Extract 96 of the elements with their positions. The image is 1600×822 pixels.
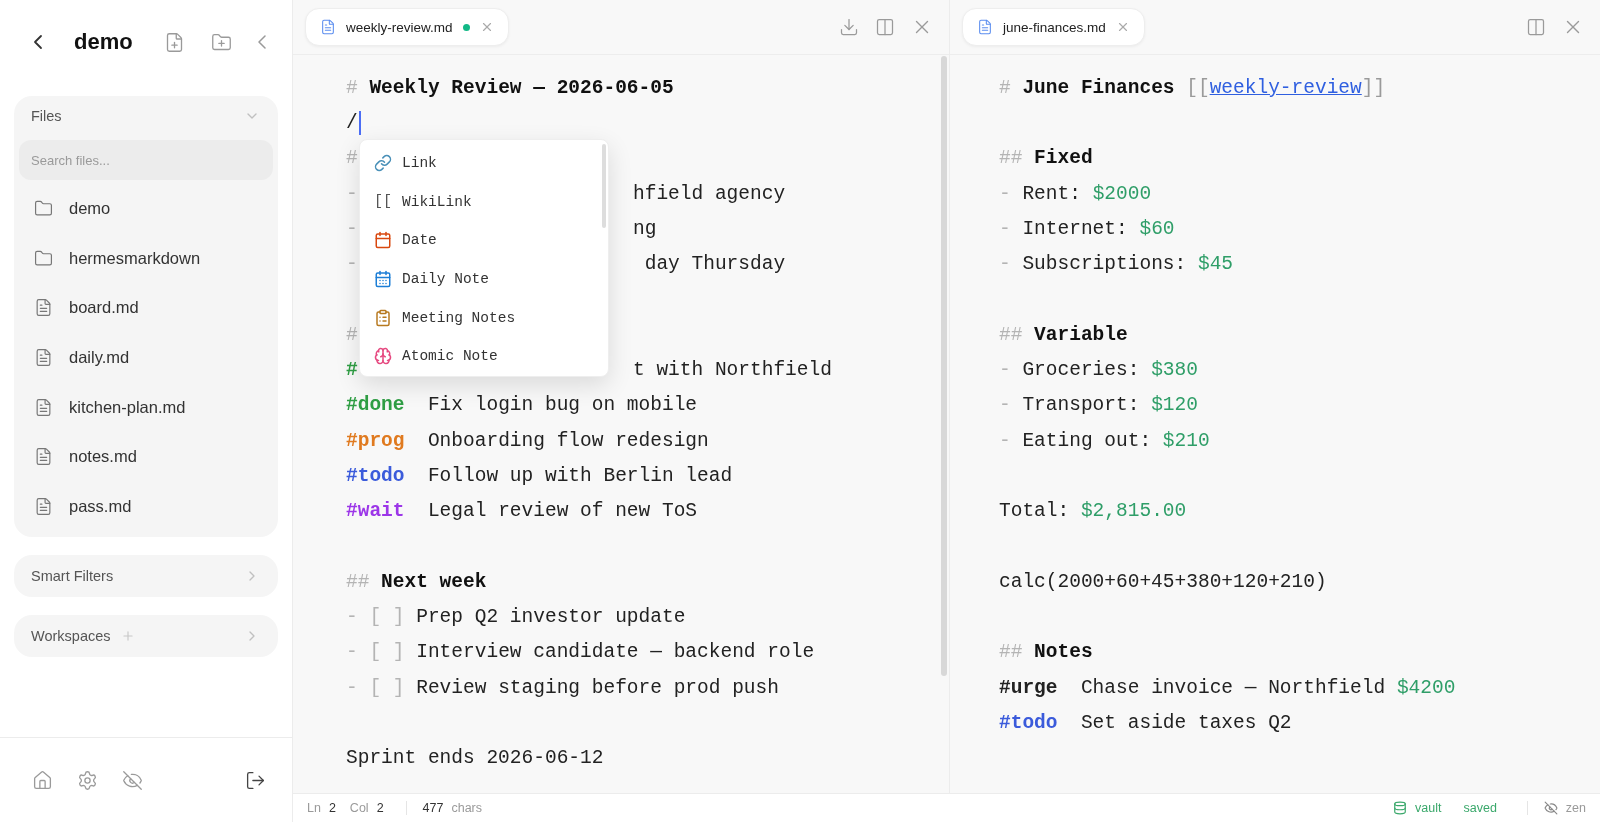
heading-line: # June Finances [[weekly-review]] [999, 76, 1386, 99]
line-fragment: ng [633, 217, 657, 240]
file-tree-item[interactable]: board.md [14, 283, 278, 333]
file-icon [320, 19, 336, 35]
editor-line: Total: $2,815.00 [999, 500, 1187, 523]
line-fragment: t with Northfield [633, 359, 832, 381]
calendar-icon [374, 231, 392, 250]
line-fragment: - [346, 253, 358, 276]
tab-label: june-finances.md [1003, 19, 1106, 35]
editor-line: ## Next week [346, 570, 487, 593]
panel-title: Smart Filters [31, 568, 114, 585]
editor-line: calc(2000+60+45+380+120+210) [999, 570, 1327, 593]
editor-line: - [ ] Review staging before prod push [346, 676, 779, 699]
wiki-link[interactable]: weekly-review [1209, 76, 1362, 99]
editor-tab[interactable]: weekly-review.md [305, 8, 509, 46]
editor-line: / [346, 111, 358, 134]
menu-item[interactable]: Link [360, 144, 608, 183]
menu-item[interactable]: Atomic Note [360, 336, 608, 376]
file-tree-item[interactable]: pass.md [14, 481, 278, 532]
file-tree-item[interactable]: notes.md [14, 431, 278, 482]
editor-line: #prog Onboarding flow redesign [346, 429, 709, 452]
editor-tab[interactable]: june-finances.md [962, 8, 1145, 46]
folder-icon [34, 248, 53, 268]
eye-off-icon [122, 769, 143, 791]
line-fragment: - [346, 182, 358, 205]
editor-line: #done Fix login bug on mobile [346, 394, 698, 417]
columns-icon [875, 17, 895, 37]
editor-line: - Eating out: $210 [999, 429, 1210, 452]
editor-line: #todo Set aside taxes Q2 [999, 712, 1292, 734]
line-fragment: # [346, 323, 358, 346]
editor-line: ## Fixed [999, 147, 1093, 170]
editor-line: - Groceries: $380 [999, 359, 1198, 381]
line-fragment: # [346, 359, 358, 381]
sidebar-section[interactable]: Workspaces [14, 615, 278, 658]
editor-line: Sprint ends 2026-06-12 [346, 747, 604, 770]
file-tree-item[interactable]: kitchen-plan.md [14, 382, 278, 432]
status-label: Ln [307, 801, 321, 815]
menu-item[interactable]: Daily Note [360, 259, 608, 299]
brain-icon [374, 347, 392, 366]
editor-line: - Rent: $2000 [999, 182, 1152, 205]
editor-line: - Internet: $60 [999, 217, 1175, 240]
status-value: 2 [376, 801, 384, 815]
sidebar-section[interactable]: Smart Filters [14, 555, 278, 598]
file-icon [34, 397, 53, 417]
editor-line: - Transport: $120 [999, 394, 1198, 417]
file-icon [34, 447, 53, 467]
settings-icon [77, 769, 98, 791]
vault-title: demo [74, 29, 133, 55]
tab-label: weekly-review.md [346, 19, 453, 35]
file-icon [977, 19, 993, 35]
bracket-glyph: [[ [374, 193, 392, 211]
editor-line: # Weekly Review — 2026-06-05 [346, 76, 674, 99]
calendar-icon [374, 270, 392, 289]
download-icon [839, 17, 859, 37]
chevron-left-icon [258, 35, 266, 49]
file-icon [34, 496, 53, 516]
file-tree-item[interactable]: daily.md [14, 332, 278, 383]
editor-line: - [ ] Prep Q2 investor update [346, 606, 686, 629]
columns-icon [1526, 17, 1546, 37]
editor-line: - Subscriptions: $45 [999, 253, 1234, 276]
folder-plus-icon [211, 31, 232, 53]
panel-title: Workspaces [31, 628, 111, 645]
scrollbar-thumb[interactable] [941, 56, 947, 676]
home-icon [32, 769, 53, 791]
search-field[interactable]: Search files... [19, 140, 273, 180]
database-icon [1393, 801, 1408, 815]
editor-line: ## Variable [999, 323, 1128, 346]
file-tree-item[interactable]: hermesmarkdown [14, 233, 278, 284]
link-icon [374, 154, 392, 173]
status-value: 2 [328, 801, 336, 815]
logout-icon [245, 769, 266, 791]
line-fragment: hfield agency [633, 182, 786, 205]
menu-item[interactable]: [[ WikiLink [360, 182, 608, 222]
editor-line: - [ ] Interview candidate — backend role [346, 641, 815, 664]
editor-line: #todo Follow up with Berlin lead [346, 464, 733, 487]
line-fragment: # [346, 147, 358, 170]
editor-line: ## Notes [999, 641, 1093, 664]
clipboard-icon [374, 308, 392, 327]
file-icon [34, 348, 53, 368]
vault-status: vault [1415, 801, 1442, 815]
file-tree-item[interactable]: demo [14, 184, 278, 234]
file-icon [34, 298, 53, 318]
eye-off-icon[interactable] [1543, 801, 1558, 815]
menu-item[interactable]: Meeting Notes [360, 298, 608, 337]
scrollbar-thumb[interactable] [602, 144, 606, 228]
status-label: Col [349, 801, 369, 815]
file-plus-icon [164, 31, 185, 53]
panel-title: Files [31, 108, 62, 124]
menu-item[interactable]: Date [360, 221, 608, 260]
save-status: saved [1463, 801, 1497, 815]
status-value: 477 [422, 801, 444, 815]
editor-line: #urge Chase invoice — Northfield $4200 [999, 676, 1456, 699]
status-label: chars [451, 801, 482, 815]
line-fragment: day Thursday [643, 253, 786, 276]
line-fragment: - [346, 217, 358, 240]
editor-line: #wait Legal review of new ToS [346, 500, 698, 523]
